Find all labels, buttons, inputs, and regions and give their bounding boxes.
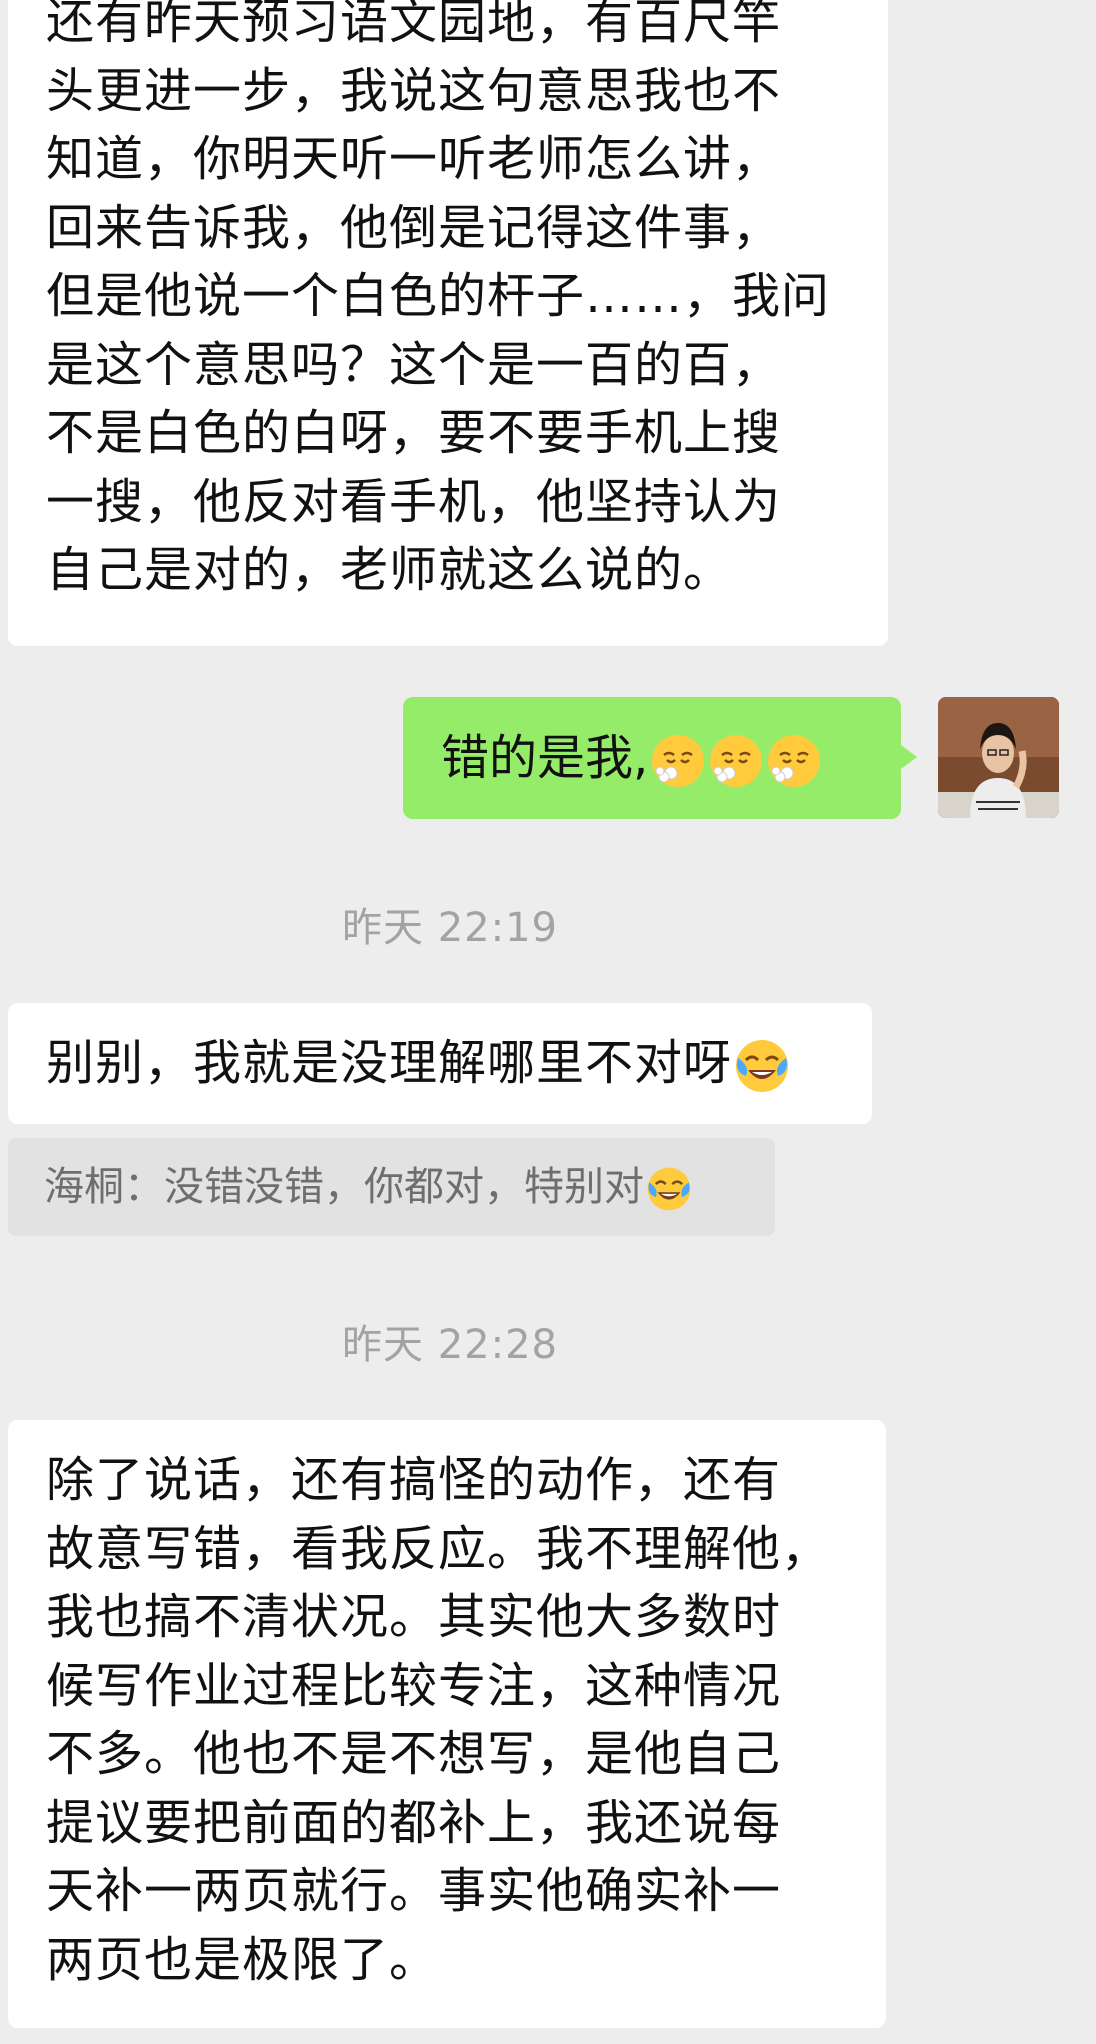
timestamp: 昨天 22:19 [342,905,558,951]
message-line: 两页也是极限了。 [46,1931,439,1988]
message-bubble-incoming[interactable]: 别别，我就是没理解哪里不对呀 [8,1003,872,1124]
quoted-message[interactable]: 海桐：没错没错，你都对，特别对 [8,1138,775,1236]
message-text: 错的是我, [441,730,649,786]
message-line: 但是他说一个白色的杆子……，我问 [46,268,831,324]
laugh-cry-emoji-icon [646,1166,692,1212]
message-line: 是这个意思吗？这个是一百的百， [46,336,782,393]
message-line: 一搜，他反对看手机，他坚持认为 [46,473,782,530]
message-bubble-incoming[interactable]: 除了说话，还有搞怪的动作，还有 故意写错，看我反应。我不理解他， 我也搞不清状况… [8,1420,886,2028]
message-line: 还有昨天预习语文园地，有百尺竿 [46,0,782,50]
message-line: 提议要把前面的都补上，我还说每 [46,1794,782,1851]
message-line: 我也搞不清状况。其实他大多数时 [46,1589,782,1645]
message-line: 知道，你明天听一听老师怎么讲， [46,131,782,187]
message-line: 自己是对的，老师就这么说的。 [46,542,733,598]
quote-text: 海桐：没错没错，你都对，特别对 [44,1164,644,1210]
sigh-emoji-icon [708,733,764,789]
message-text: 别别，我就是没理解哪里不对呀 [46,1035,733,1091]
message-line: 候写作业过程比较专注，这种情况 [46,1657,782,1714]
message-line: 除了说话，还有搞怪的动作，还有 [46,1452,782,1508]
message-line: 不多。他也不是不想写，是他自己 [46,1726,782,1782]
message-line: 天补一两页就行。事实他确实补一 [46,1863,782,1919]
sigh-emoji-icon [766,733,822,789]
message-bubble-outgoing[interactable]: 错的是我, [403,697,917,819]
timestamp: 昨天 22:28 [342,1322,558,1368]
message-line: 不是白色的白呀，要不要手机上搜 [46,405,782,461]
avatar[interactable] [938,697,1059,818]
sigh-emoji-icon [650,733,706,789]
message-line: 头更进一步，我说这句意思我也不 [46,62,782,119]
message-bubble-incoming[interactable]: 还有昨天预习语文园地，有百尺竿 头更进一步，我说这句意思我也不 知道，你明天听一… [8,0,888,646]
message-line: 故意写错，看我反应。我不理解他， [46,1520,831,1577]
message-line: 回来告诉我，他倒是记得这件事， [46,199,782,256]
laugh-cry-emoji-icon [734,1038,790,1094]
